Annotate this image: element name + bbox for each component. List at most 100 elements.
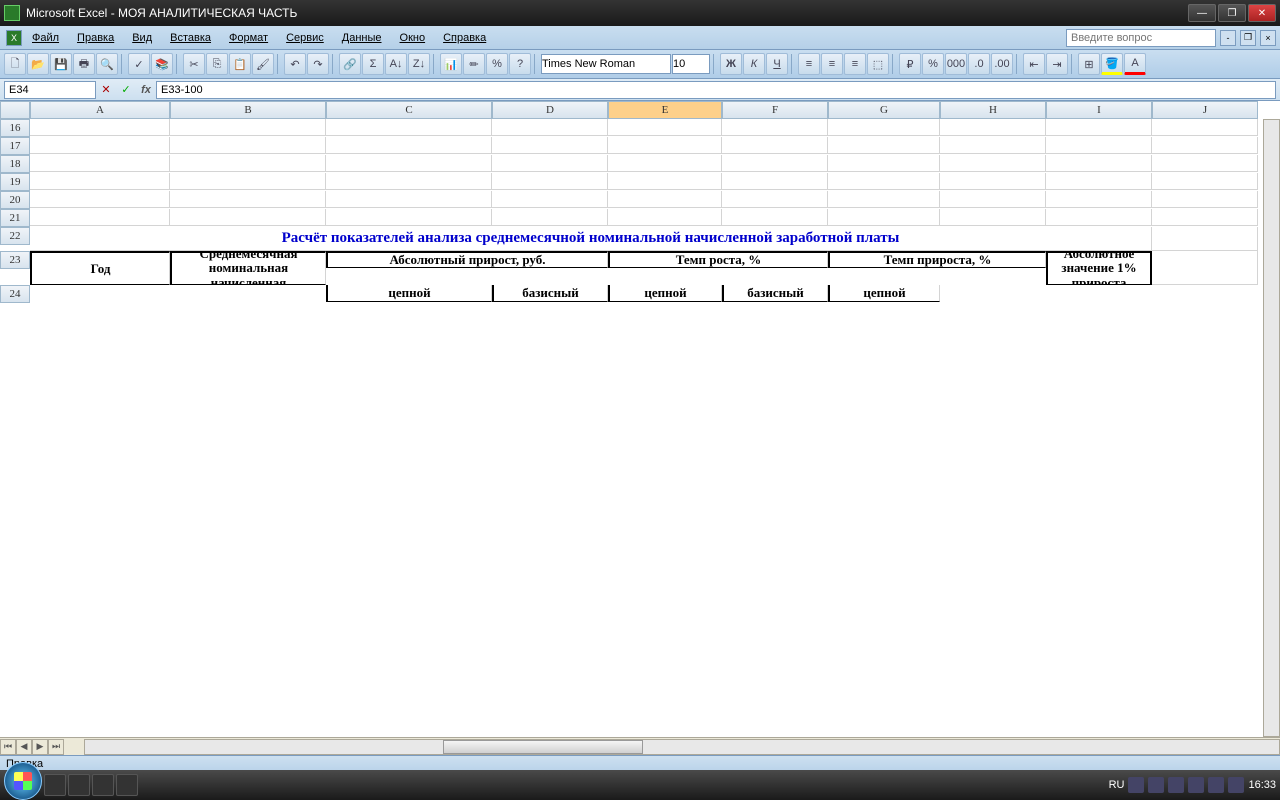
comma-icon[interactable]: 000 (945, 53, 967, 75)
cell[interactable] (722, 173, 828, 190)
cell[interactable] (170, 155, 326, 172)
cell[interactable] (722, 155, 828, 172)
cell[interactable] (1046, 119, 1152, 136)
cell[interactable] (170, 191, 326, 208)
cell[interactable] (828, 209, 940, 226)
font-name-select[interactable] (541, 54, 671, 74)
close-button[interactable]: ✕ (1248, 4, 1276, 22)
row-header[interactable]: 16 (0, 119, 30, 137)
cell[interactable] (608, 209, 722, 226)
fill-color-icon[interactable]: 🪣 (1101, 53, 1123, 75)
cell[interactable] (722, 209, 828, 226)
cell[interactable] (940, 137, 1046, 154)
cell[interactable] (492, 173, 608, 190)
vertical-scrollbar[interactable] (1263, 119, 1280, 737)
minimize-button[interactable]: — (1188, 4, 1216, 22)
cell[interactable] (940, 191, 1046, 208)
cell[interactable] (1152, 191, 1258, 208)
quick-launch-icon[interactable] (92, 774, 114, 796)
tab-next-icon[interactable]: ▶ (32, 739, 48, 755)
menu-правка[interactable]: Правка (69, 29, 122, 47)
menu-вид[interactable]: Вид (124, 29, 160, 47)
format-painter-icon[interactable]: 🖌 (252, 53, 274, 75)
cell[interactable] (608, 137, 722, 154)
cell[interactable] (30, 191, 170, 208)
fx-icon[interactable]: fx (136, 84, 156, 96)
quick-launch-icon[interactable] (44, 774, 66, 796)
horizontal-scrollbar[interactable] (84, 739, 1280, 755)
cell[interactable] (940, 155, 1046, 172)
col-header[interactable]: A (30, 101, 170, 119)
autosum-icon[interactable]: Σ (362, 53, 384, 75)
preview-icon[interactable]: 🔍 (96, 53, 118, 75)
cell[interactable] (30, 155, 170, 172)
cut-icon[interactable]: ✂ (183, 53, 205, 75)
cell[interactable] (608, 119, 722, 136)
cell[interactable] (722, 191, 828, 208)
paste-icon[interactable]: 📋 (229, 53, 251, 75)
cell[interactable] (828, 119, 940, 136)
tray-lang[interactable]: RU (1109, 779, 1125, 791)
cell[interactable] (170, 137, 326, 154)
cell[interactable] (326, 119, 492, 136)
hyperlink-icon[interactable]: 🔗 (339, 53, 361, 75)
cell[interactable] (1152, 251, 1258, 285)
menu-справка[interactable]: Справка (435, 29, 494, 47)
row-header[interactable]: 18 (0, 155, 30, 173)
sort-desc-icon[interactable]: Z↓ (408, 53, 430, 75)
redo-icon[interactable]: ↷ (307, 53, 329, 75)
cell[interactable] (828, 173, 940, 190)
doc-minimize-button[interactable]: - (1220, 30, 1236, 46)
col-header[interactable]: D (492, 101, 608, 119)
cell[interactable] (326, 173, 492, 190)
cell[interactable] (828, 137, 940, 154)
tray-icon[interactable] (1228, 777, 1244, 793)
cell[interactable] (608, 191, 722, 208)
col-header[interactable]: I (1046, 101, 1152, 119)
help-icon[interactable]: ? (509, 53, 531, 75)
select-all-button[interactable] (0, 101, 30, 119)
currency-icon[interactable]: ₽ (899, 53, 921, 75)
undo-icon[interactable]: ↶ (284, 53, 306, 75)
cell[interactable] (30, 119, 170, 136)
row-header[interactable]: 21 (0, 209, 30, 227)
cell[interactable] (492, 191, 608, 208)
col-header[interactable]: J (1152, 101, 1258, 119)
cell[interactable] (940, 209, 1046, 226)
menu-формат[interactable]: Формат (221, 29, 276, 47)
cell[interactable] (492, 209, 608, 226)
row-header[interactable]: 23 (0, 251, 30, 269)
formula-input[interactable] (156, 81, 1276, 99)
font-size-select[interactable] (672, 54, 710, 74)
cell[interactable] (30, 209, 170, 226)
row-header[interactable]: 17 (0, 137, 30, 155)
maximize-button[interactable]: ❐ (1218, 4, 1246, 22)
chart-icon[interactable]: 📊 (440, 53, 462, 75)
cell[interactable] (492, 119, 608, 136)
help-input[interactable] (1066, 29, 1216, 47)
cell[interactable] (326, 155, 492, 172)
drawing-icon[interactable]: ✏ (463, 53, 485, 75)
cell[interactable] (30, 137, 170, 154)
enter-icon[interactable]: ✓ (121, 83, 130, 96)
italic-icon[interactable]: К (743, 53, 765, 75)
col-header[interactable]: E (608, 101, 722, 119)
dec-inc-icon[interactable]: .0 (968, 53, 990, 75)
cell[interactable] (1046, 137, 1152, 154)
cell[interactable] (170, 209, 326, 226)
tray-clock[interactable]: 16:33 (1248, 779, 1276, 791)
cell[interactable] (326, 209, 492, 226)
cancel-icon[interactable]: ✕ (101, 83, 110, 96)
tray-icon[interactable] (1148, 777, 1164, 793)
tray-icon[interactable] (1208, 777, 1224, 793)
save-icon[interactable]: 💾 (50, 53, 72, 75)
row-header[interactable]: 24 (0, 285, 30, 303)
col-header[interactable]: F (722, 101, 828, 119)
cell[interactable] (722, 137, 828, 154)
row-header[interactable]: 22 (0, 227, 30, 245)
new-icon[interactable]: 🗋 (4, 53, 26, 75)
align-center-icon[interactable]: ≡ (821, 53, 843, 75)
col-header[interactable]: G (828, 101, 940, 119)
help-search[interactable] (1066, 29, 1216, 47)
tab-last-icon[interactable]: ⏭ (48, 739, 64, 755)
